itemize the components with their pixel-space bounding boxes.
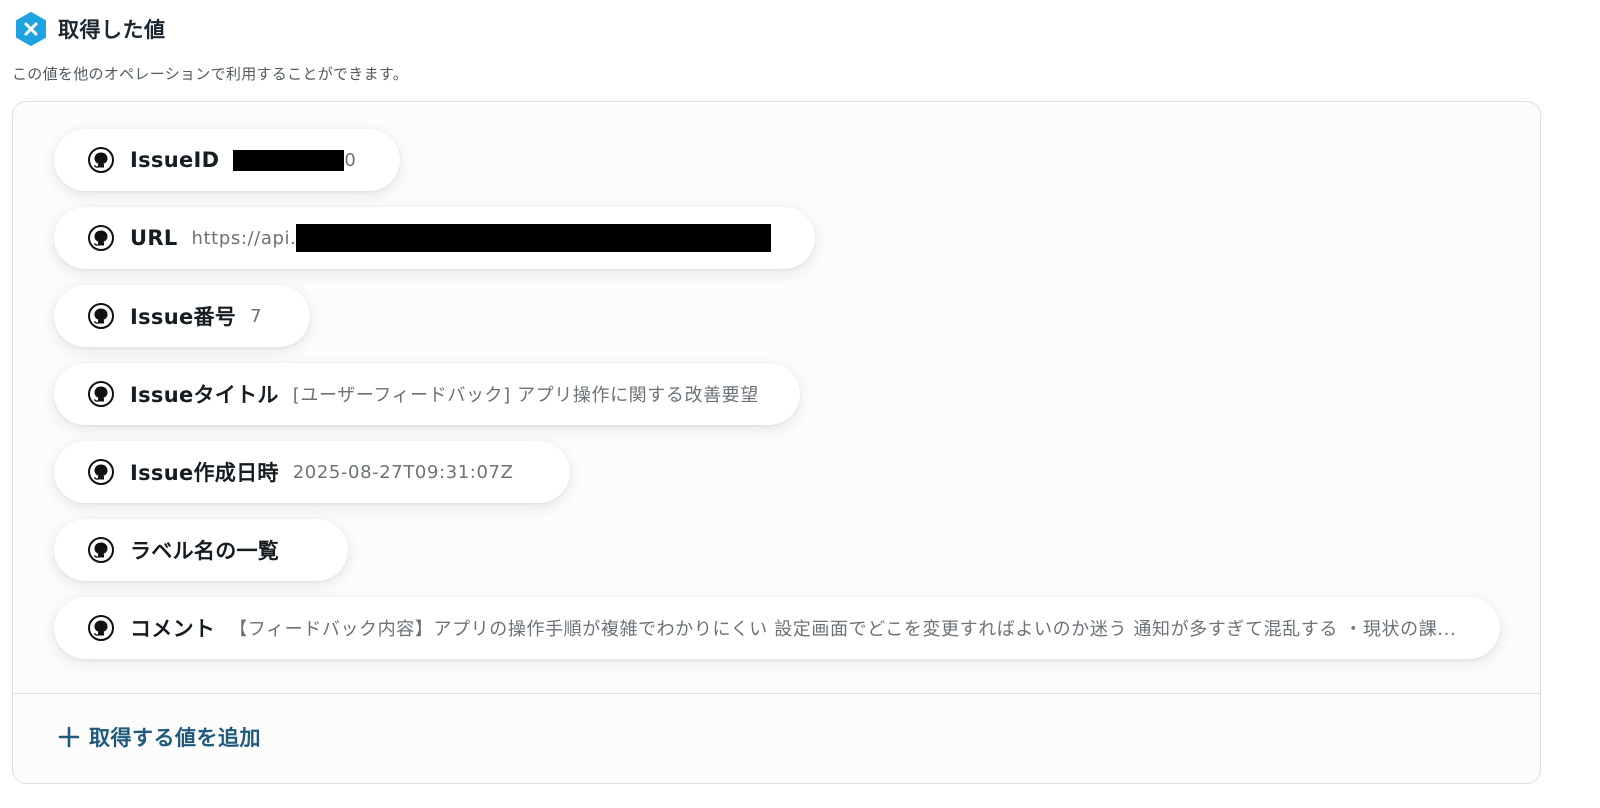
redaction-bar — [233, 149, 345, 171]
page-title: 取得した値 — [58, 18, 166, 42]
github-icon — [88, 225, 114, 251]
value-chip-issue-id[interactable]: IssueID 0 — [54, 129, 400, 191]
value-chip-issue-title[interactable]: Issueタイトル [ユーザーフィードバック] アプリ操作に関する改善要望 — [54, 363, 800, 425]
page-description: この値を他のオペレーションで利用することができます。 — [12, 65, 409, 83]
value-chip-label-names[interactable]: ラベル名の一覧 — [54, 519, 348, 581]
field-value: 【フィードバック内容】アプリの操作手順が複雑でわかりにくい 設定画面でどこを変更… — [229, 619, 1457, 640]
field-value: [ユーザーフィードバック] アプリ操作に関する改善要望 — [292, 385, 759, 406]
field-value: 2025-08-27T09:31:07Z — [292, 461, 514, 483]
github-icon — [88, 615, 114, 641]
value-chip-issue-number[interactable]: Issue番号 7 — [54, 285, 310, 347]
value-chip-comment[interactable]: コメント 【フィードバック内容】アプリの操作手順が複雑でわかりにくい 設定画面で… — [54, 597, 1500, 659]
field-value: 0 — [344, 149, 357, 171]
values-panel: IssueID 0 URL https://api. Issue番号 7 Iss… — [12, 101, 1541, 784]
field-label: IssueID — [130, 148, 220, 172]
github-icon — [88, 537, 114, 563]
section-header: 取得した値 — [14, 12, 166, 46]
field-label: URL — [130, 226, 178, 250]
github-icon — [88, 147, 114, 173]
plus-icon — [58, 726, 80, 748]
github-icon — [88, 459, 114, 485]
field-value: https://api. — [191, 227, 297, 249]
add-value-label: 取得する値を追加 — [89, 726, 261, 750]
field-label: ラベル名の一覧 — [130, 539, 280, 563]
field-label: Issueタイトル — [130, 383, 279, 407]
field-label: Issue番号 — [130, 305, 237, 329]
x-badge-icon — [14, 12, 48, 46]
value-chip-url[interactable]: URL https://api. — [54, 207, 815, 269]
field-label: コメント — [130, 617, 216, 641]
field-value: 7 — [250, 305, 263, 327]
redaction-bar — [296, 224, 772, 252]
field-label: Issue作成日時 — [130, 461, 279, 485]
github-icon — [88, 303, 114, 329]
github-icon — [88, 381, 114, 407]
panel-divider — [13, 693, 1540, 694]
value-chip-issue-created-at[interactable]: Issue作成日時 2025-08-27T09:31:07Z — [54, 441, 570, 503]
add-value-button[interactable]: 取得する値を追加 — [57, 722, 261, 752]
